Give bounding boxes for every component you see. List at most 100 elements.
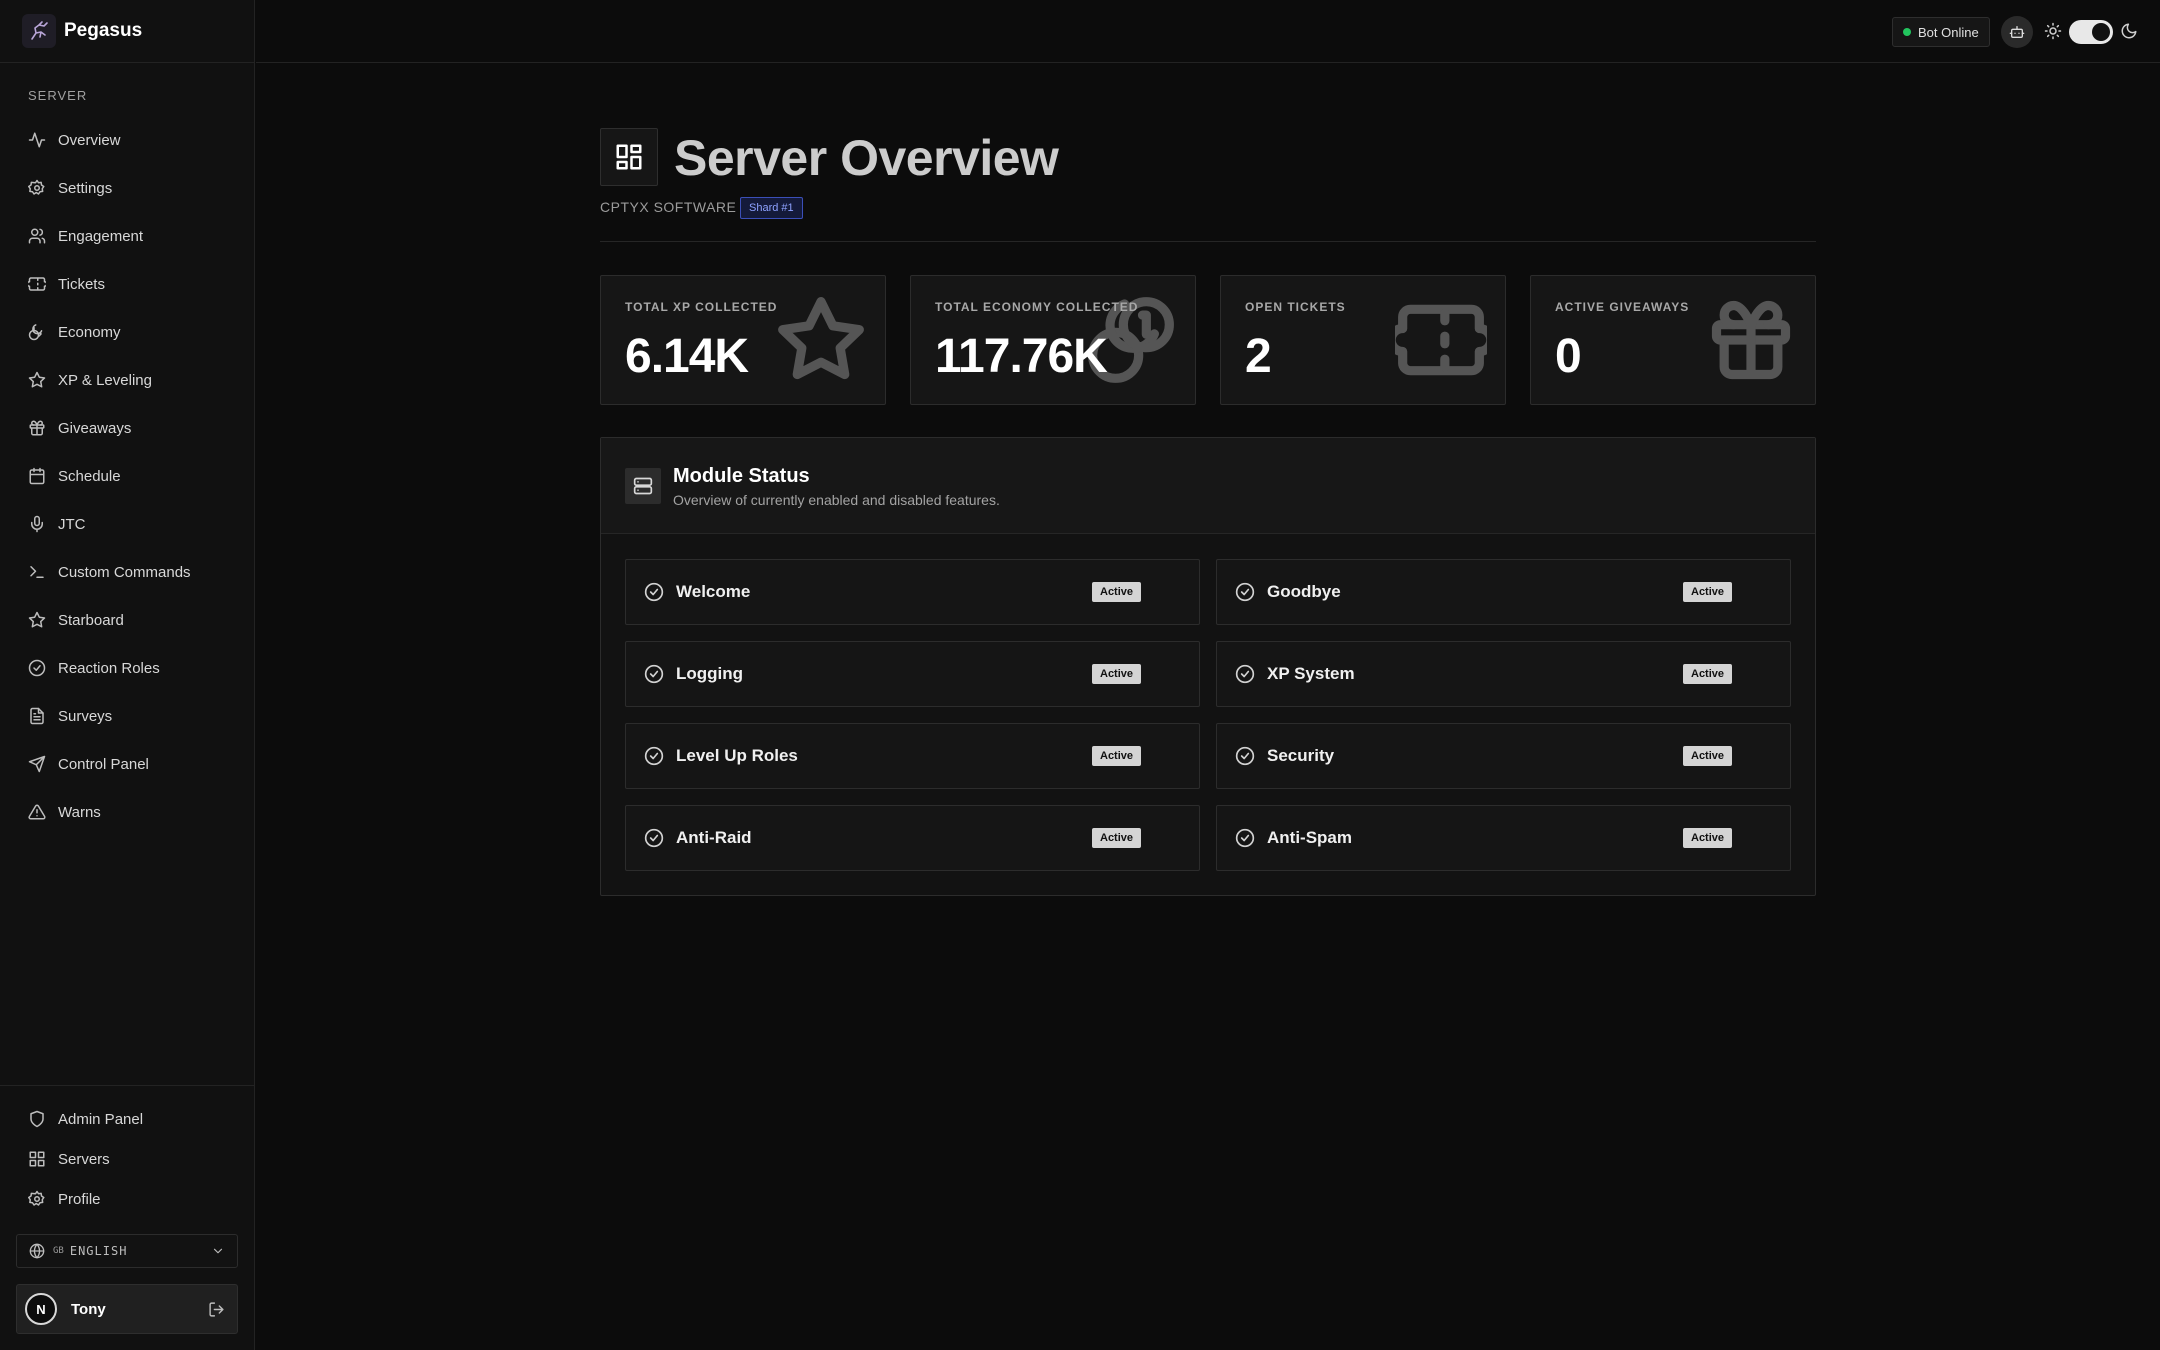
module-item-anti-raid[interactable]: Anti-Raid Active: [625, 805, 1200, 871]
check-circle-icon: [1235, 664, 1255, 684]
sidebar-item-label: Overview: [58, 131, 121, 149]
robot-icon: [2009, 24, 2025, 40]
module-status-subtitle: Overview of currently enabled and disabl…: [673, 492, 1000, 508]
user-card[interactable]: N Tony: [16, 1284, 238, 1334]
module-item-logging[interactable]: Logging Active: [625, 641, 1200, 707]
check-circle-icon: [644, 582, 664, 602]
sidebar-item-label: XP & Leveling: [58, 371, 152, 389]
module-item-welcome[interactable]: Welcome Active: [625, 559, 1200, 625]
globe-icon: [29, 1243, 45, 1259]
topbar: Bot Online: [256, 0, 2160, 63]
sidebar-bottom-nav: Admin Panel Servers Profile: [0, 1099, 254, 1219]
module-item-xp-system[interactable]: XP System Active: [1216, 641, 1791, 707]
sidebar-item-label: Profile: [58, 1190, 101, 1208]
stat-card-tickets: OPEN TICKETS 2: [1220, 275, 1506, 405]
gear-icon: [28, 1190, 46, 1208]
status-dot: [1903, 28, 1911, 36]
gear-icon: [28, 179, 46, 197]
sidebar-item-label: Settings: [58, 179, 113, 197]
calendar-icon: [28, 467, 46, 485]
ticket-icon: [28, 275, 46, 293]
users-icon: [28, 227, 46, 245]
sidebar-item-label: Starboard: [58, 611, 124, 629]
send-icon: [28, 755, 46, 773]
logout-icon[interactable]: [208, 1301, 225, 1318]
sidebar: Pegasus SERVER Overview Settings Engagem…: [0, 0, 255, 1350]
sidebar-item-jtc[interactable]: JTC: [0, 500, 254, 548]
page-title: Server Overview: [674, 130, 1059, 186]
sidebar-item-label: Warns: [58, 803, 101, 821]
toggle-knob: [2092, 23, 2110, 41]
sun-icon: [2044, 22, 2062, 40]
avatar: N: [25, 1293, 57, 1325]
dashboard-icon: [600, 128, 658, 186]
sidebar-item-label: Engagement: [58, 227, 144, 245]
language-label: ENGLISH: [69, 1244, 128, 1258]
check-circle-icon: [1235, 582, 1255, 602]
sidebar-item-servers[interactable]: Servers: [0, 1139, 254, 1179]
status-badge: Active: [1092, 746, 1142, 766]
mic-icon: [28, 515, 46, 533]
pegasus-logo-icon: [22, 14, 56, 48]
module-item-level-up-roles[interactable]: Level Up Roles Active: [625, 723, 1200, 789]
sidebar-item-reaction-roles[interactable]: Reaction Roles: [0, 644, 254, 692]
status-badge: Active: [1092, 582, 1142, 602]
sidebar-item-profile[interactable]: Profile: [0, 1179, 254, 1219]
sidebar-item-label: JTC: [58, 515, 86, 533]
sidebar-item-label: Giveaways: [58, 419, 132, 437]
status-badge: Active: [1092, 664, 1142, 684]
sidebar-item-custom-commands[interactable]: Custom Commands: [0, 548, 254, 596]
sidebar-item-label: Control Panel: [58, 755, 149, 773]
check-circle-icon: [1235, 828, 1255, 848]
sidebar-item-tickets[interactable]: Tickets: [0, 260, 254, 308]
shield-icon: [28, 1110, 46, 1128]
bot-status-label: Bot Online: [1918, 24, 1979, 40]
stat-value: 117.76K: [935, 330, 1108, 383]
language-flag: GB: [53, 1246, 64, 1256]
module-item-security[interactable]: Security Active: [1216, 723, 1791, 789]
check-circle-icon: [1235, 746, 1255, 766]
brand-name: Pegasus: [64, 20, 143, 41]
module-item-anti-spam[interactable]: Anti-Spam Active: [1216, 805, 1791, 871]
sidebar-item-schedule[interactable]: Schedule: [0, 452, 254, 500]
stat-label: OPEN TICKETS: [1245, 300, 1346, 314]
terminal-icon: [28, 563, 46, 581]
sidebar-item-overview[interactable]: Overview: [0, 116, 254, 164]
sidebar-item-warns[interactable]: Warns: [0, 788, 254, 836]
sidebar-item-surveys[interactable]: Surveys: [0, 692, 254, 740]
status-badge: Active: [1683, 746, 1733, 766]
sidebar-item-xp-leveling[interactable]: XP & Leveling: [0, 356, 254, 404]
section-label: SERVER: [28, 88, 88, 103]
sidebar-item-label: Servers: [58, 1150, 110, 1168]
stat-label: ACTIVE GIVEAWAYS: [1555, 300, 1690, 314]
file-text-icon: [28, 707, 46, 725]
language-select[interactable]: GB ENGLISH: [16, 1234, 238, 1268]
module-status-header: Module Status Overview of currently enab…: [601, 438, 1815, 534]
activity-icon: [28, 131, 46, 149]
sidebar-item-control-panel[interactable]: Control Panel: [0, 740, 254, 788]
brand[interactable]: Pegasus: [0, 0, 254, 63]
theme-toggle[interactable]: [2069, 20, 2113, 44]
bot-button[interactable]: [2001, 16, 2033, 48]
check-circle-icon: [644, 664, 664, 684]
sidebar-item-engagement[interactable]: Engagement: [0, 212, 254, 260]
sidebar-item-giveaways[interactable]: Giveaways: [0, 404, 254, 452]
coins-icon: [28, 323, 46, 341]
module-status-panel: Module Status Overview of currently enab…: [600, 437, 1816, 896]
sidebar-item-starboard[interactable]: Starboard: [0, 596, 254, 644]
warning-icon: [28, 803, 46, 821]
server-icon: [625, 468, 661, 504]
grid-icon: [28, 1150, 46, 1168]
check-circle-icon: [28, 659, 46, 677]
sidebar-item-settings[interactable]: Settings: [0, 164, 254, 212]
sidebar-item-economy[interactable]: Economy: [0, 308, 254, 356]
status-badge: Active: [1683, 582, 1733, 602]
sidebar-item-admin-panel[interactable]: Admin Panel: [0, 1099, 254, 1139]
star-icon: [775, 294, 867, 386]
moon-icon: [2120, 22, 2138, 40]
status-badge: Active: [1683, 828, 1733, 848]
module-item-goodbye[interactable]: Goodbye Active: [1216, 559, 1791, 625]
sidebar-item-label: Admin Panel: [58, 1110, 144, 1128]
module-status-title: Module Status: [673, 465, 810, 487]
stat-value: 2: [1245, 330, 1272, 383]
